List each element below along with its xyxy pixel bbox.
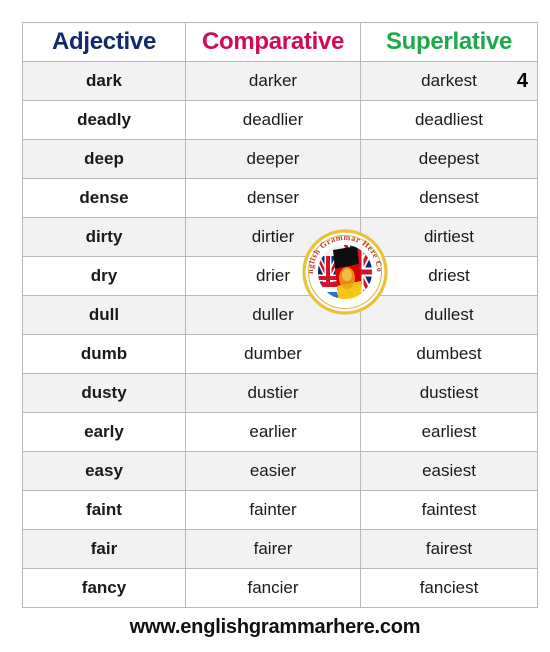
cell-adjective: dark <box>22 61 186 101</box>
table-row: early earlier earliest <box>22 412 538 452</box>
cell-comparative: fainter <box>185 490 361 530</box>
cell-adjective: early <box>22 412 186 452</box>
cell-comparative: denser <box>185 178 361 218</box>
header-row: Adjective Comparative Superlative <box>22 22 538 62</box>
cell-adjective: dumb <box>22 334 186 374</box>
cell-comparative: dirtier <box>185 217 361 257</box>
cell-adjective: dense <box>22 178 186 218</box>
cell-comparative: deadlier <box>185 100 361 140</box>
table-header: Adjective Comparative Superlative <box>22 22 538 62</box>
table-row: deadly deadlier deadliest <box>22 100 538 140</box>
cell-superlative-text: driest <box>428 266 470 285</box>
cell-superlative-text: fanciest <box>419 578 479 597</box>
cell-superlative-text: dullest <box>424 305 474 324</box>
page-root: Adjective Comparative Superlative dark da… <box>0 0 550 652</box>
table-row: dumb dumber dumbest <box>22 334 538 374</box>
cell-superlative-text: easiest <box>422 461 476 480</box>
cell-adjective: dry <box>22 256 186 296</box>
cell-superlative: deepest <box>360 139 538 179</box>
table-row: dark darker darkest 4 <box>22 61 538 101</box>
page-corner-number: 4 <box>516 70 528 92</box>
cell-superlative: dustiest <box>360 373 538 413</box>
column-header-superlative: Superlative <box>360 22 538 62</box>
cell-comparative: fairer <box>185 529 361 569</box>
cell-superlative-text: dirtiest <box>423 227 475 246</box>
cell-comparative: drier <box>185 256 361 296</box>
cell-superlative-text: deadliest <box>414 110 484 129</box>
cell-superlative: fanciest <box>360 568 538 608</box>
cell-superlative-text: faintest <box>421 500 477 519</box>
cell-superlative: fairest <box>360 529 538 569</box>
cell-superlative: deadliest <box>360 100 538 140</box>
cell-superlative-text: densest <box>419 188 479 207</box>
table-row: dry drier driest <box>22 256 538 296</box>
cell-comparative: duller <box>185 295 361 335</box>
cell-superlative: driest <box>360 256 538 296</box>
cell-adjective: easy <box>22 451 186 491</box>
table-row: faint fainter faintest <box>22 490 538 530</box>
cell-comparative: earlier <box>185 412 361 452</box>
table-row: fair fairer fairest <box>22 529 538 569</box>
cell-superlative: densest <box>360 178 538 218</box>
cell-superlative-text: darkest <box>421 71 477 90</box>
cell-superlative-text: deepest <box>418 149 480 168</box>
cell-superlative: easiest <box>360 451 538 491</box>
cell-adjective: dirty <box>22 217 186 257</box>
cell-adjective: dusty <box>22 373 186 413</box>
cell-adjective: dull <box>22 295 186 335</box>
cell-superlative: faintest <box>360 490 538 530</box>
cell-superlative-text: earliest <box>421 422 477 441</box>
table-row: dull duller dullest <box>22 295 538 335</box>
cell-superlative-text: fairest <box>425 539 473 558</box>
cell-comparative: darker <box>185 61 361 101</box>
table-body: dark darker darkest 4 deadly deadlier deadlies… <box>22 61 538 608</box>
cell-adjective: fancy <box>22 568 186 608</box>
cell-adjective: fair <box>22 529 186 569</box>
cell-comparative: dustier <box>185 373 361 413</box>
cell-adjective: deadly <box>22 100 186 140</box>
column-header-comparative: Comparative <box>185 22 361 62</box>
footer-website-url: www.englishgrammarhere.com <box>129 616 421 638</box>
cell-adjective: faint <box>22 490 186 530</box>
cell-superlative-text: dumbest <box>416 344 482 363</box>
cell-comparative: fancier <box>185 568 361 608</box>
column-header-adjective: Adjective <box>22 22 186 62</box>
cell-superlative: dirtiest <box>360 217 538 257</box>
cell-comparative: dumber <box>185 334 361 374</box>
cell-superlative: darkest 4 <box>360 61 538 101</box>
cell-superlative: dumbest <box>360 334 538 374</box>
cell-comparative: deeper <box>185 139 361 179</box>
table-row: dense denser densest <box>22 178 538 218</box>
table-row: dusty dustier dustiest <box>22 373 538 413</box>
cell-superlative-text: dustiest <box>419 383 479 402</box>
cell-superlative: earliest <box>360 412 538 452</box>
table-row: dirty dirtier dirtiest <box>22 217 538 257</box>
cell-superlative: dullest <box>360 295 538 335</box>
cell-adjective: deep <box>22 139 186 179</box>
cell-comparative: easier <box>185 451 361 491</box>
table-row: fancy fancier fanciest <box>22 568 538 608</box>
adjective-comparison-table: Adjective Comparative Superlative dark da… <box>22 22 538 608</box>
table-row: easy easier easiest <box>22 451 538 491</box>
table-row: deep deeper deepest <box>22 139 538 179</box>
